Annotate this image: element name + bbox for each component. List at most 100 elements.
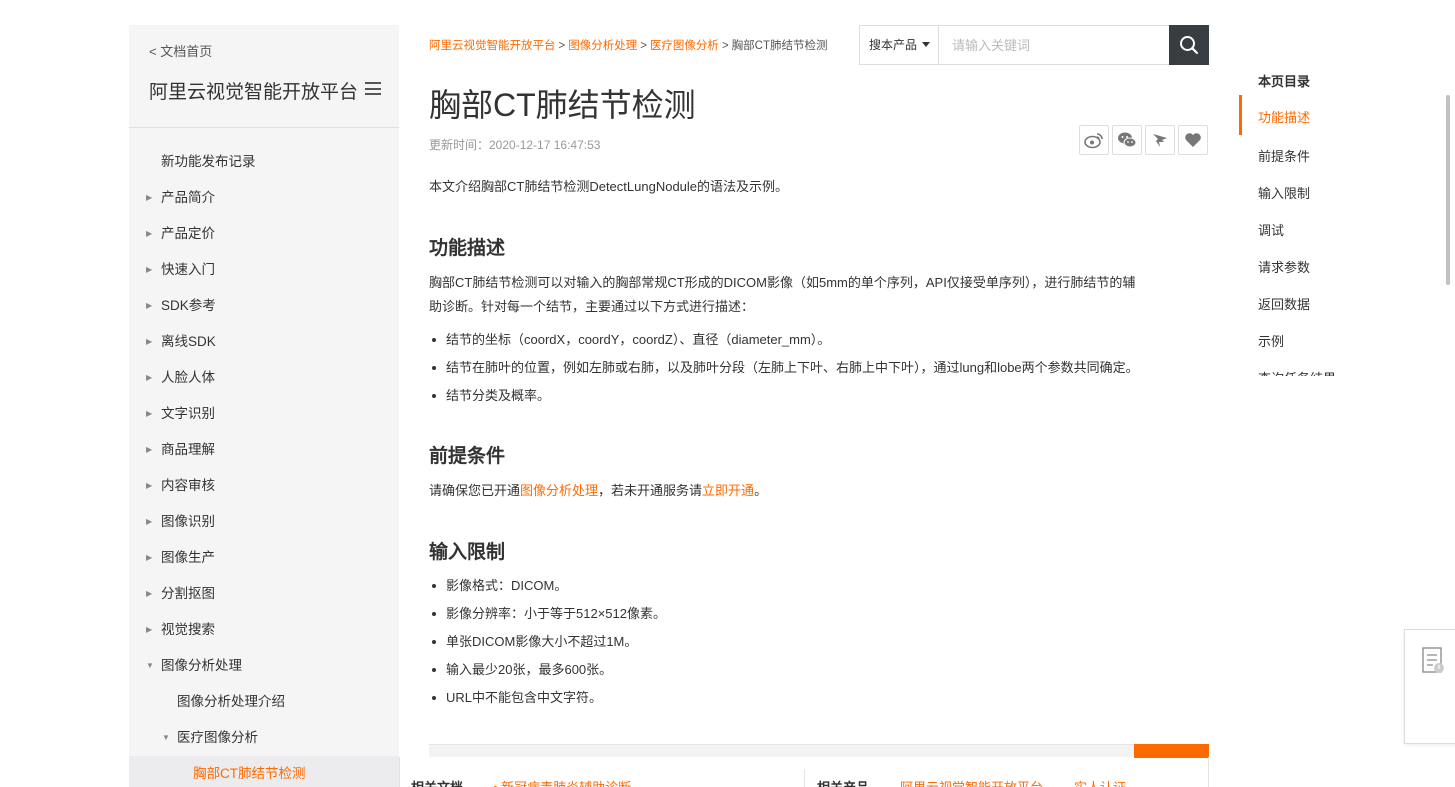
sidebar-item-label: 图像分析处理 [161, 658, 242, 673]
section-heading-input-limits: 输入限制 [429, 542, 506, 563]
breadcrumb-link[interactable]: 图像分析处理 [568, 40, 637, 52]
breadcrumb-link[interactable]: 医疗图像分析 [650, 40, 719, 52]
sidebar-item-label: 人脸人体 [161, 370, 215, 385]
image-analysis-link[interactable]: 图像分析处理 [520, 483, 598, 498]
list-item: 影像格式：DICOM。 [429, 572, 666, 600]
section-heading-prerequisites: 前提条件 [429, 446, 506, 467]
chevron-down-icon: ▼ [162, 733, 170, 742]
prereq-text: 请确保您已开通图像分析处理，若未开通服务请立即开通。 [429, 479, 767, 503]
sidebar-item-label: 图像识别 [161, 514, 215, 529]
sidebar-item-image-production[interactable]: ▶ 图像生产 [129, 540, 399, 576]
dingtalk-icon [1153, 134, 1167, 147]
chevron-right-icon: ▶ [146, 625, 153, 634]
sidebar-item-product-intro[interactable]: ▶ 产品简介 [129, 180, 399, 216]
page-toc: 本页目录 功能描述 前提条件 输入限制 调试 请求参数 返回数据 示例 查询任务… [1239, 60, 1419, 376]
heart-icon [1185, 133, 1201, 147]
sidebar-item-label: 快速入门 [161, 262, 215, 277]
chevron-right-icon: ▶ [146, 193, 153, 202]
toc-item-prerequisites[interactable]: 前提条件 [1258, 146, 1310, 165]
chevron-right-icon: ▶ [146, 373, 153, 382]
sidebar-item-label: 内容审核 [161, 478, 215, 493]
breadcrumb-current: 胸部CT肺结节检测 [731, 40, 828, 52]
search-input[interactable] [940, 26, 1169, 64]
sidebar-item-label: 商品理解 [161, 442, 215, 457]
related-doc-link[interactable]: • 新冠病毒肺炎辅助诊断 [493, 777, 631, 787]
chevron-right-icon: ▶ [146, 481, 153, 490]
related-bar [429, 744, 1209, 758]
prereq-text-part: 。 [754, 483, 768, 498]
related-products-label: 相关产品 [817, 777, 869, 787]
sidebar-divider [129, 127, 399, 128]
related-bar-accent [1134, 744, 1209, 758]
chevron-right-icon: ▶ [146, 517, 153, 526]
sidebar-item-image-analysis-intro[interactable]: 图像分析处理介绍 [129, 684, 399, 720]
caret-down-icon [922, 42, 930, 47]
sidebar-item-label: 视觉搜索 [161, 622, 215, 637]
search-button[interactable] [1169, 25, 1209, 65]
list-item: 单张DICOM影像大小不超过1M。 [429, 628, 666, 656]
toc-item-debug[interactable]: 调试 [1258, 220, 1284, 239]
sidebar-item-offline-sdk[interactable]: ▶ 离线SDK [129, 324, 399, 360]
sidebar-item-release-notes[interactable]: 新功能发布记录 [129, 144, 399, 180]
search-bar: 搜本产品 [859, 25, 1209, 65]
sidebar: < 文档首页 阿里云视觉智能开放平台 新功能发布记录 ▶ 产品简介 ▶ 产品定价 ▶… [129, 25, 399, 787]
breadcrumb-link[interactable]: 阿里云视觉智能开放平台 [429, 40, 556, 52]
toc-item-features[interactable]: 功能描述 [1258, 107, 1310, 126]
sidebar-item-image-recognition[interactable]: ▶ 图像识别 [129, 504, 399, 540]
sidebar-item-pricing[interactable]: ▶ 产品定价 [129, 216, 399, 252]
chevron-right-icon: ▶ [146, 229, 153, 238]
chevron-right-icon: ▶ [146, 553, 153, 562]
chevron-down-icon: ▼ [146, 661, 154, 670]
features-line: 助诊断。针对每一个结节，主要通过以下方式进行描述： [429, 299, 755, 314]
sidebar-item-label: 胸部CT肺结节检测 [193, 766, 306, 781]
share-weibo-button[interactable] [1079, 125, 1109, 155]
sidebar-item-segmentation[interactable]: ▶ 分割抠图 [129, 576, 399, 612]
sidebar-item-quickstart[interactable]: ▶ 快速入门 [129, 252, 399, 288]
search-scope-dropdown[interactable]: 搜本产品 [860, 26, 939, 64]
prereq-text-part: ，若未开通服务请 [598, 483, 703, 498]
sidebar-item-label: SDK参考 [161, 298, 216, 313]
menu-icon[interactable] [365, 82, 381, 95]
sidebar-item-sdk[interactable]: ▶ SDK参考 [129, 288, 399, 324]
sidebar-item-label: 医疗图像分析 [177, 730, 258, 745]
feedback-widget[interactable] [1404, 629, 1455, 744]
docs-home-link[interactable]: < 文档首页 [149, 41, 212, 60]
toc-item-example[interactable]: 示例 [1258, 331, 1284, 350]
wechat-icon [1118, 132, 1137, 148]
toc-item-input-limits[interactable]: 输入限制 [1258, 183, 1310, 202]
sidebar-item-label: 产品简介 [161, 190, 215, 205]
chevron-right-icon: ▶ [146, 337, 153, 346]
sidebar-item-label: 文字识别 [161, 406, 215, 421]
related-product-link[interactable]: 实人认证 [1074, 777, 1126, 787]
share-dingtalk-button[interactable] [1145, 125, 1175, 155]
chevron-right-icon: ▶ [146, 409, 153, 418]
activate-now-link[interactable]: 立即开通 [702, 483, 754, 498]
toc-item-request-params[interactable]: 请求参数 [1258, 257, 1310, 276]
sidebar-item-ocr[interactable]: ▶ 文字识别 [129, 396, 399, 432]
related-product-link[interactable]: 阿里云视觉智能开放平台 [900, 777, 1043, 787]
toc-item-response[interactable]: 返回数据 [1258, 294, 1310, 313]
features-paragraph: 胸部CT肺结节检测可以对输入的胸部常规CT形成的DICOM影像（如5mm的单个序… [429, 271, 1209, 319]
page-scrollbar[interactable] [1446, 95, 1450, 285]
sidebar-item-visual-search[interactable]: ▶ 视觉搜索 [129, 612, 399, 648]
search-scope-label: 搜本产品 [869, 38, 918, 52]
sidebar-item-label: 图像分析处理介绍 [177, 694, 285, 709]
toc-active-indicator [1239, 95, 1242, 135]
chevron-right-icon: ▶ [146, 445, 153, 454]
favorite-button[interactable] [1178, 125, 1208, 155]
sidebar-item-lung-nodule[interactable]: 胸部CT肺结节检测 [129, 756, 399, 787]
toc-item-query-result[interactable]: 查询任务结果 [1258, 368, 1336, 376]
sidebar-item-image-analysis[interactable]: ▼ 图像分析处理 [129, 648, 399, 684]
sidebar-item-medical-image[interactable]: ▼ 医疗图像分析 [129, 720, 399, 756]
chevron-right-icon: ▶ [146, 265, 153, 274]
list-item: 结节在肺叶的位置，例如左肺或右肺，以及肺叶分段（左肺上下叶、右肺上中下叶），通过… [429, 354, 1139, 382]
chevron-right-icon: ▶ [146, 589, 153, 598]
sidebar-item-goods[interactable]: ▶ 商品理解 [129, 432, 399, 468]
sidebar-item-moderation[interactable]: ▶ 内容审核 [129, 468, 399, 504]
sidebar-item-face-body[interactable]: ▶ 人脸人体 [129, 360, 399, 396]
chevron-right-icon: ▶ [146, 301, 153, 310]
sidebar-item-label: 离线SDK [161, 334, 216, 349]
share-wechat-button[interactable] [1112, 125, 1142, 155]
divider [804, 769, 805, 787]
list-item: 结节的坐标（coordX，coordY，coordZ）、直径（diameter_… [429, 326, 1139, 354]
